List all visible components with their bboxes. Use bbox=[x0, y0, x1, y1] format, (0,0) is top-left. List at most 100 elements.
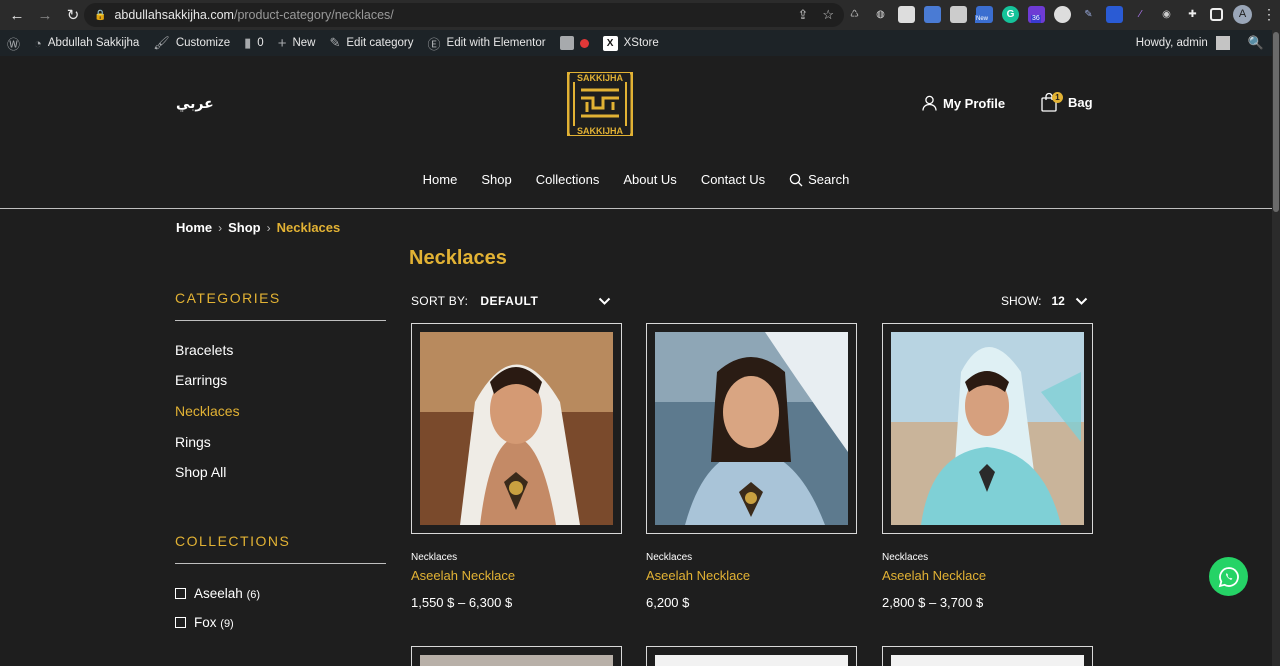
xstore-label: XStore bbox=[623, 37, 659, 49]
product-category[interactable]: Necklaces bbox=[882, 552, 928, 563]
customize-item[interactable]: 🖌 Customize bbox=[146, 30, 237, 56]
category-rings[interactable]: Rings bbox=[175, 434, 211, 450]
product-image[interactable] bbox=[891, 332, 1084, 525]
wp-logo-item[interactable]: Ⓦ bbox=[0, 30, 27, 56]
forward-icon[interactable]: → bbox=[36, 7, 54, 24]
extension-badge-icon[interactable]: 36 bbox=[1028, 6, 1045, 23]
site-name-item[interactable]: ◔ Abdullah Sakkijha bbox=[27, 30, 146, 56]
nav-shop[interactable]: Shop bbox=[481, 172, 511, 187]
breadcrumb-home[interactable]: Home bbox=[176, 220, 212, 235]
address-bar[interactable]: 🔒 abdullahsakkijha.com/product-category/… bbox=[84, 3, 844, 27]
browser-toolbar: ← → ↻ 🔒 abdullahsakkijha.com/product-cat… bbox=[0, 0, 1280, 30]
extension-new-icon[interactable]: New bbox=[975, 6, 993, 23]
product-category[interactable]: Necklaces bbox=[646, 552, 692, 563]
extension-globe-icon[interactable]: ◍ bbox=[872, 6, 889, 23]
product-category[interactable]: Necklaces bbox=[411, 552, 457, 563]
site-name-label: Abdullah Sakkijha bbox=[47, 37, 140, 49]
page-title: Necklaces bbox=[409, 247, 507, 269]
extension-pen-icon[interactable]: ✎ bbox=[1080, 6, 1097, 23]
comment-icon: ▮ bbox=[244, 35, 252, 50]
extension-eye-icon[interactable]: ◉ bbox=[1158, 6, 1175, 23]
lock-icon[interactable]: 🔒 bbox=[94, 10, 106, 21]
nav-about-us[interactable]: About Us bbox=[623, 172, 676, 187]
breadcrumb-shop[interactable]: Shop bbox=[228, 220, 261, 235]
nav-collections[interactable]: Collections bbox=[536, 172, 600, 187]
product-image[interactable] bbox=[655, 332, 848, 525]
whatsapp-chat-button[interactable] bbox=[1209, 557, 1248, 596]
page-scrollbar[interactable] bbox=[1272, 30, 1280, 666]
category-shop-all[interactable]: Shop All bbox=[175, 464, 226, 480]
bag-label: Bag bbox=[1068, 94, 1093, 110]
collection-name: Fox bbox=[194, 615, 217, 630]
share-icon[interactable]: ⇪ bbox=[797, 7, 808, 23]
product-image[interactable] bbox=[420, 655, 613, 666]
howdy-label[interactable]: Howdy, admin bbox=[1136, 37, 1208, 49]
checkbox[interactable] bbox=[175, 588, 186, 599]
collection-filter-aseelah[interactable]: Aseelah (6) bbox=[175, 586, 260, 601]
product-name[interactable]: Aseelah Necklace bbox=[882, 568, 986, 583]
extension-grammarly-icon[interactable]: G bbox=[1002, 6, 1019, 23]
show-value: 12 bbox=[1051, 294, 1065, 308]
product-image[interactable] bbox=[891, 655, 1084, 666]
dashboard-icon: ◔ bbox=[34, 35, 42, 51]
edit-elementor-item[interactable]: Ⓔ Edit with Elementor bbox=[421, 30, 553, 56]
language-switch-link[interactable]: عربي bbox=[176, 96, 214, 112]
chevron-right-icon: › bbox=[218, 220, 223, 235]
new-label: New bbox=[292, 37, 316, 49]
product-card[interactable] bbox=[882, 646, 1093, 666]
bookmark-star-icon[interactable]: ☆ bbox=[822, 7, 834, 23]
new-item[interactable]: + New bbox=[271, 30, 323, 56]
svg-text:SAKKIJHA: SAKKIJHA bbox=[577, 73, 624, 83]
category-earrings[interactable]: Earrings bbox=[175, 372, 227, 388]
admin-avatar[interactable] bbox=[1215, 36, 1230, 50]
chevron-right-icon: › bbox=[266, 220, 271, 235]
product-card[interactable] bbox=[411, 646, 622, 666]
product-card[interactable] bbox=[882, 323, 1093, 534]
product-image[interactable] bbox=[420, 332, 613, 525]
extension-circle-icon[interactable] bbox=[1054, 6, 1071, 23]
extension-card-icon[interactable] bbox=[898, 6, 915, 23]
browser-menu-icon[interactable]: ⋮ bbox=[1262, 6, 1276, 23]
extension-wand-icon[interactable]: ⁄ bbox=[1132, 6, 1149, 23]
edit-category-item[interactable]: ✎ Edit category bbox=[322, 30, 420, 56]
reload-icon[interactable]: ↻ bbox=[64, 6, 82, 24]
product-image[interactable] bbox=[655, 655, 848, 666]
nav-search[interactable]: Search bbox=[789, 172, 849, 187]
url-host: abdullahsakkijha.com bbox=[114, 8, 234, 22]
browser-nav: ← → ↻ bbox=[0, 6, 84, 25]
bag-link[interactable]: 1 Bag bbox=[1040, 92, 1093, 112]
nav-contact-us[interactable]: Contact Us bbox=[701, 172, 765, 187]
extension-screen-icon[interactable] bbox=[1106, 6, 1123, 23]
sidepanel-icon[interactable] bbox=[1210, 8, 1223, 21]
product-name[interactable]: Aseelah Necklace bbox=[411, 568, 515, 583]
header-divider bbox=[0, 208, 1272, 209]
my-profile-link[interactable]: My Profile bbox=[922, 95, 1005, 111]
bag-count-badge: 1 bbox=[1052, 92, 1063, 103]
product-card[interactable] bbox=[411, 323, 622, 534]
category-bracelets[interactable]: Bracelets bbox=[175, 342, 233, 358]
comments-item[interactable]: ▮ 0 bbox=[237, 30, 271, 56]
extension-recycle-icon[interactable]: ♺ bbox=[846, 6, 863, 23]
extension-translate-icon[interactable] bbox=[924, 6, 941, 23]
category-necklaces[interactable]: Necklaces bbox=[175, 403, 240, 419]
admin-search-icon[interactable]: 🔍 bbox=[1248, 35, 1264, 51]
site-logo[interactable]: SAKKIJHA SAKKIJHA bbox=[566, 71, 634, 137]
sort-select[interactable]: SORT BY: DEFAULT bbox=[411, 294, 611, 308]
per-page-select[interactable]: SHOW: 12 bbox=[1001, 294, 1088, 308]
back-icon[interactable]: ← bbox=[8, 7, 26, 24]
collection-filter-fox[interactable]: Fox (9) bbox=[175, 615, 234, 630]
product-name[interactable]: Aseelah Necklace bbox=[646, 568, 750, 583]
nav-home[interactable]: Home bbox=[423, 172, 458, 187]
browser-profile-avatar[interactable]: A bbox=[1233, 5, 1252, 24]
product-card[interactable] bbox=[646, 646, 857, 666]
extension-camera-icon[interactable] bbox=[950, 6, 967, 23]
scrollbar-thumb[interactable] bbox=[1273, 32, 1279, 212]
elementor-icon: Ⓔ bbox=[427, 36, 441, 52]
checkbox[interactable] bbox=[175, 617, 186, 628]
xstore-item[interactable]: X XStore bbox=[596, 30, 666, 56]
whatsapp-icon bbox=[1218, 566, 1239, 587]
product-card[interactable] bbox=[646, 323, 857, 534]
collection-count: (9) bbox=[220, 618, 234, 630]
yoast-item[interactable] bbox=[553, 30, 596, 56]
extensions-puzzle-icon[interactable]: ✚ bbox=[1184, 6, 1201, 23]
